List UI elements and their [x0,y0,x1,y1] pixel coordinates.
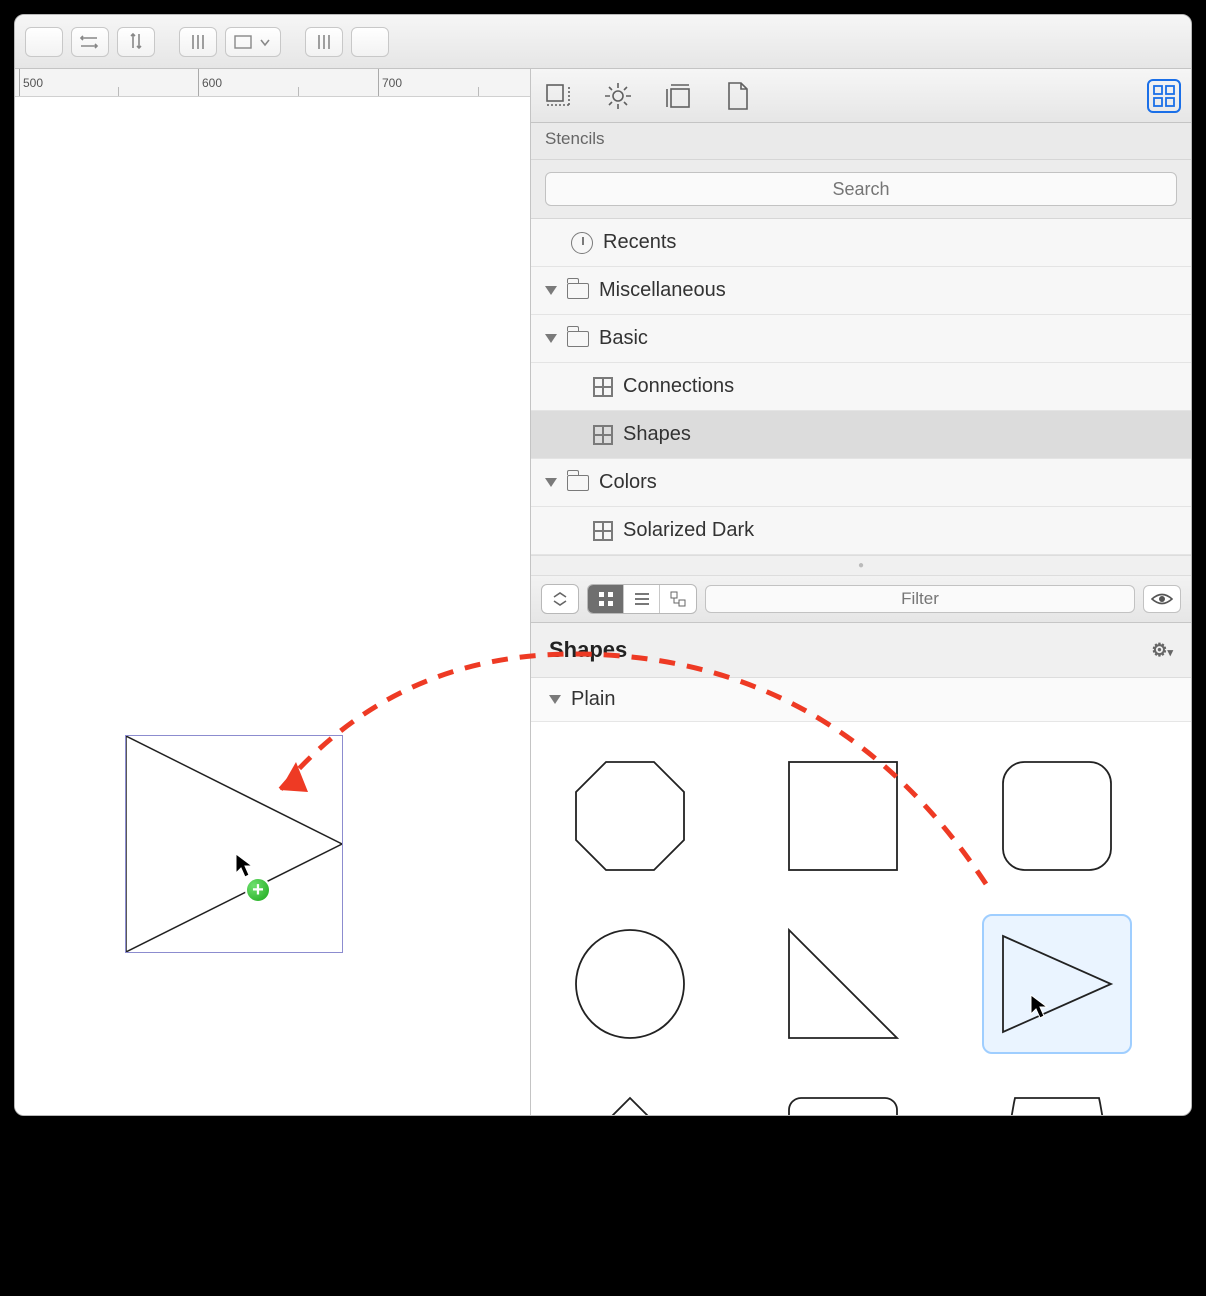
folder-icon [567,475,589,491]
collection-gear-button[interactable]: ⚙︎▾ [1151,640,1173,661]
tree-label: Connections [623,375,734,398]
main-area: 500 600 700 + [15,69,1191,1115]
drawing-canvas[interactable]: + [15,97,530,1115]
top-toolbar [15,15,1191,69]
tab-canvas-icon[interactable] [541,79,575,113]
filter-bar [531,576,1191,623]
ruler-tick: 600 [198,69,222,97]
tab-dimensions-icon[interactable] [661,79,695,113]
shape-rounded-square-2[interactable] [768,1082,918,1115]
chevron-down-icon [545,334,557,343]
tree-label: Recents [603,231,676,254]
toolbar-button-columns[interactable] [179,27,217,57]
tree-item-miscellaneous[interactable]: Miscellaneous [531,267,1191,315]
shape-rounded-square[interactable] [982,746,1132,886]
tree-label: Miscellaneous [599,279,726,302]
toolbar-button-blank[interactable] [25,27,63,57]
collection-title: Shapes [549,637,627,663]
expand-icon [542,585,578,613]
toolbar-button-rect-dropdown[interactable] [225,27,281,57]
grid-icon [593,521,613,541]
shape-grid [531,722,1191,1115]
shape-diamond[interactable] [555,1082,705,1115]
tab-document-icon[interactable] [721,79,755,113]
ruler-tick-minor [478,87,482,97]
ruler-tick-minor [298,87,302,97]
plus-badge-icon: + [245,877,271,903]
toolbar-button-updown[interactable] [117,27,155,57]
list-view-icon[interactable] [624,585,660,613]
tree-item-colors[interactable]: Colors [531,459,1191,507]
cursor-icon [235,853,255,879]
section-label: Plain [571,688,615,711]
grid-icon [593,377,613,397]
ruler-tick: 500 [19,69,43,97]
splitter-handle[interactable]: ● [531,555,1191,576]
expand-collapse-button[interactable] [541,584,579,614]
inspector-sidebar: Stencils Recents Miscellaneous Basic [531,69,1191,1115]
visibility-button[interactable] [1143,585,1181,613]
grid-icon [593,425,613,445]
section-plain[interactable]: Plain [531,678,1191,722]
tree-label: Basic [599,327,648,350]
filter-input[interactable] [705,585,1135,613]
tab-stencils-icon[interactable] [1147,79,1181,113]
horizontal-ruler: 500 600 700 [15,69,530,97]
chevron-down-icon [545,478,557,487]
tree-item-shapes[interactable]: Shapes [531,411,1191,459]
shape-octagon[interactable] [555,746,705,886]
chevron-down-icon [545,286,557,295]
tree-item-basic[interactable]: Basic [531,315,1191,363]
collection-header: Shapes ⚙︎▾ [531,623,1191,678]
grid-view-icon[interactable] [588,585,624,613]
cursor-icon [1030,994,1050,1020]
tree-label: Colors [599,471,657,494]
tree-label: Solarized Dark [623,519,754,542]
dropped-shape-preview[interactable] [125,735,343,953]
stencil-tree: Recents Miscellaneous Basic Connections [531,219,1191,555]
folder-icon [567,283,589,299]
inspector-tab-bar [531,69,1191,123]
app-window: 500 600 700 + [14,14,1192,1116]
panel-title: Stencils [531,123,1191,160]
ruler-tick-minor [118,87,122,97]
tab-gear-icon[interactable] [601,79,635,113]
tree-label: Shapes [623,423,691,446]
tree-item-connections[interactable]: Connections [531,363,1191,411]
shape-circle[interactable] [555,914,705,1054]
tree-item-solarized[interactable]: Solarized Dark [531,507,1191,555]
outline-view-icon[interactable] [660,585,696,613]
search-input[interactable] [545,172,1177,206]
view-mode-segmented[interactable] [587,584,697,614]
chevron-down-icon [549,695,561,704]
shape-barrel[interactable] [982,1082,1132,1115]
toolbar-button-swap[interactable] [71,27,109,57]
folder-icon [567,331,589,347]
shape-right-triangle[interactable] [768,914,918,1054]
shape-triangle[interactable] [982,914,1132,1054]
canvas-column: 500 600 700 + [15,69,531,1115]
shape-square[interactable] [768,746,918,886]
toolbar-button-columns-2[interactable] [305,27,343,57]
tree-item-recents[interactable]: Recents [531,219,1191,267]
toolbar-button-empty[interactable] [351,27,389,57]
clock-icon [571,232,593,254]
search-row [531,160,1191,219]
ruler-tick: 700 [378,69,402,97]
